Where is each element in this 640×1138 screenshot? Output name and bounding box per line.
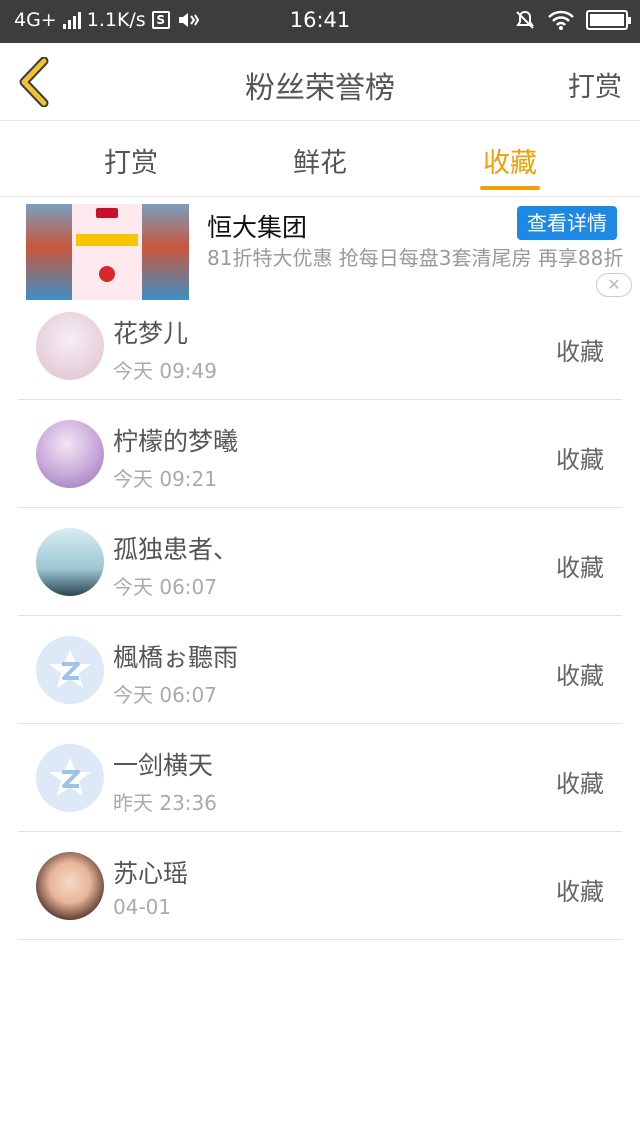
view-details-button[interactable]: 查看详情 bbox=[517, 206, 617, 240]
user-name: 柠檬的梦曦 bbox=[113, 427, 239, 456]
user-name: 花梦儿 bbox=[113, 319, 189, 348]
user-name: 苏心瑶 bbox=[113, 859, 189, 888]
reward-button[interactable]: 打赏 bbox=[568, 65, 622, 104]
tab-favorites[interactable]: 收藏 bbox=[450, 141, 570, 180]
status-bar: 4G+ 1.1K/s S 16:41 bbox=[0, 0, 640, 43]
tab-bar: 打赏 鲜花 收藏 bbox=[0, 121, 640, 197]
active-tab-indicator bbox=[480, 186, 540, 190]
list-item[interactable]: 柠檬的梦曦 今天 09:21 收藏 bbox=[18, 400, 622, 508]
battery-icon bbox=[586, 10, 631, 30]
timestamp: 今天 09:21 bbox=[113, 467, 217, 491]
action-label: 收藏 bbox=[556, 770, 604, 798]
list-item[interactable]: 孤独患者、 今天 06:07 收藏 bbox=[18, 508, 622, 616]
ad-poster-band bbox=[76, 234, 138, 246]
ad-banner[interactable]: 恒大集团 查看详情 81折特大优惠 抢每日每盘3套清尾房 再享88折 bbox=[0, 198, 640, 302]
action-label: 收藏 bbox=[556, 662, 604, 690]
list-item[interactable]: 花梦儿 今天 09:49 收藏 bbox=[18, 292, 622, 400]
timestamp: 今天 06:07 bbox=[113, 683, 217, 707]
action-label: 收藏 bbox=[556, 554, 604, 582]
user-name: 孤独患者、 bbox=[113, 535, 239, 564]
tab-flowers[interactable]: 鲜花 bbox=[260, 141, 380, 180]
user-name: 楓橋ぉ聽雨 bbox=[113, 643, 239, 672]
action-label: 收藏 bbox=[556, 878, 604, 906]
child-photo-avatar[interactable] bbox=[36, 852, 104, 920]
ad-description: 81折特大优惠 抢每日每盘3套清尾房 再享88折 bbox=[207, 246, 624, 270]
page-title: 粉丝荣誉榜 bbox=[245, 71, 395, 106]
fan-list: 花梦儿 今天 09:49 收藏 柠檬的梦曦 今天 09:21 收藏 孤独患者、 … bbox=[18, 292, 622, 940]
wifi-icon bbox=[548, 10, 574, 30]
action-label: 收藏 bbox=[556, 338, 604, 366]
tab-reward[interactable]: 打赏 bbox=[71, 141, 191, 180]
ad-poster-badge bbox=[99, 266, 115, 282]
photo-avatar[interactable] bbox=[36, 528, 104, 596]
anime-girl-avatar[interactable] bbox=[36, 312, 104, 380]
header: 粉丝荣誉榜 打赏 bbox=[0, 43, 640, 121]
timestamp: 今天 06:07 bbox=[113, 575, 217, 599]
list-item[interactable]: 一剑横天 昨天 23:36 收藏 bbox=[18, 724, 622, 832]
list-item[interactable]: 苏心瑶 04-01 收藏 bbox=[18, 832, 622, 940]
default-avatar-icon[interactable] bbox=[36, 744, 104, 812]
ad-poster bbox=[72, 204, 142, 300]
action-label: 收藏 bbox=[556, 446, 604, 474]
user-name: 一剑横天 bbox=[113, 751, 214, 780]
bell-muted-icon bbox=[516, 10, 534, 29]
default-avatar-icon[interactable] bbox=[36, 636, 104, 704]
ad-logo bbox=[96, 208, 118, 218]
status-right bbox=[514, 9, 631, 31]
list-item[interactable]: 楓橋ぉ聽雨 今天 06:07 收藏 bbox=[18, 616, 622, 724]
ad-title: 恒大集团 bbox=[207, 213, 308, 242]
ad-image[interactable] bbox=[26, 204, 189, 300]
timestamp: 昨天 23:36 bbox=[113, 791, 217, 815]
timestamp: 04-01 bbox=[113, 895, 172, 919]
timestamp: 今天 09:49 bbox=[113, 359, 217, 383]
anime-girl-avatar[interactable] bbox=[36, 420, 104, 488]
